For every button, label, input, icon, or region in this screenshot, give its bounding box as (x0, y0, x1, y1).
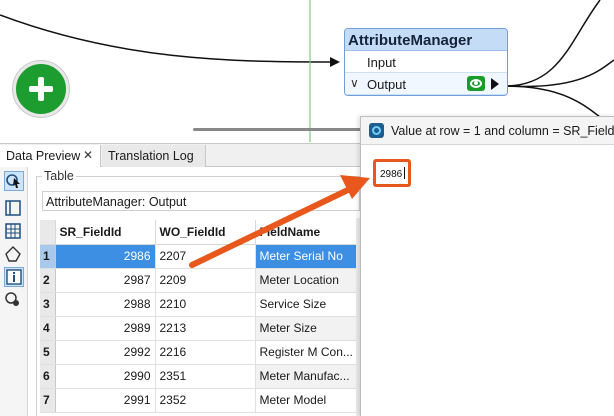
info-icon[interactable] (4, 267, 24, 287)
cell-sr-fieldid[interactable]: 2989 (55, 316, 156, 341)
cell-sr-fieldid[interactable]: 2987 (55, 268, 156, 293)
tab-translation-log[interactable]: Translation Log (102, 145, 206, 167)
value-text: 2986 (380, 169, 403, 180)
table-source-selector[interactable]: AttributeManager: Output (42, 191, 360, 211)
table-view-icon[interactable] (4, 199, 24, 219)
grid-icon[interactable] (4, 222, 24, 242)
value-popup-title: Value at row = 1 and column = SR_FieldId (391, 124, 614, 138)
cell-wo-fieldid[interactable]: 2207 (155, 244, 256, 269)
input-connection-line[interactable] (0, 14, 331, 63)
row-number[interactable]: 1 (40, 244, 56, 269)
bottom-tab-bar: Data Preview ✕ Translation Log (0, 143, 360, 167)
table-group-label: Table (42, 169, 76, 183)
column-header-sr-fieldid[interactable]: SR_FieldId (55, 220, 156, 245)
cell-fieldname[interactable]: Service Size (255, 292, 361, 317)
cell-fieldname[interactable]: Meter Serial No (255, 244, 361, 269)
cell-sr-fieldid[interactable]: 2990 (55, 364, 156, 389)
cell-fieldname[interactable]: Meter Location (255, 268, 361, 293)
input-port-label: Input (367, 55, 396, 70)
row-number[interactable]: 2 (40, 268, 56, 293)
chevron-down-icon[interactable]: ∨ (350, 76, 359, 90)
table-row[interactable]: 2 2987 2209 Meter Location (40, 268, 361, 293)
output-port-arrow[interactable] (491, 78, 499, 90)
tab-data-preview[interactable]: Data Preview ✕ (0, 145, 101, 167)
data-table[interactable]: SR_FieldId WO_FieldId FieldName 1 2986 220… (40, 220, 361, 413)
table-row[interactable]: 7 2991 2352 Meter Model (40, 388, 361, 413)
column-header-fieldname[interactable]: FieldName (255, 220, 361, 245)
shape-icon[interactable] (4, 245, 24, 265)
row-number[interactable]: 4 (40, 316, 56, 341)
column-header-wo-fieldid[interactable]: WO_FieldId (155, 220, 256, 245)
eye-icon[interactable] (467, 76, 485, 91)
value-popup-field[interactable]: 2986 (373, 159, 411, 187)
cell-wo-fieldid[interactable]: 2216 (155, 340, 256, 365)
cell-wo-fieldid[interactable]: 2352 (155, 388, 256, 413)
row-header-corner[interactable] (40, 220, 56, 245)
canvas-horizontal-scrollbar[interactable] (193, 128, 379, 131)
output-connection-line-1[interactable] (504, 0, 601, 87)
table-row[interactable]: 5 2992 2216 Register M Con... (40, 340, 361, 365)
tab-label: Translation Log (108, 149, 194, 163)
table-row[interactable]: 1 2986 2207 Meter Serial No (40, 244, 361, 269)
close-icon[interactable]: ✕ (83, 148, 93, 162)
table-header-row: SR_FieldId WO_FieldId FieldName (40, 220, 361, 245)
add-transformer-button[interactable] (13, 61, 69, 117)
row-number[interactable]: 5 (40, 340, 56, 365)
value-popup-titlebar: Value at row = 1 and column = SR_FieldId (361, 117, 614, 145)
output-port-label: Output (367, 77, 407, 92)
cell-sr-fieldid[interactable]: 2986 (55, 244, 156, 269)
preview-toolbar (0, 167, 28, 416)
cell-sr-fieldid[interactable]: 2988 (55, 292, 156, 317)
output-connection-line-3[interactable] (504, 59, 614, 88)
transformer-title: AttributeManager (345, 29, 507, 51)
cell-wo-fieldid[interactable]: 2213 (155, 316, 256, 341)
input-port[interactable]: Input (345, 51, 507, 73)
cell-wo-fieldid[interactable]: 2351 (155, 364, 256, 389)
row-number[interactable]: 3 (40, 292, 56, 317)
cell-sr-fieldid[interactable]: 2992 (55, 340, 156, 365)
settings-icon[interactable] (4, 290, 24, 310)
inspect-icon[interactable] (4, 171, 24, 191)
cell-fieldname[interactable]: Register M Con... (255, 340, 361, 365)
row-number[interactable]: 6 (40, 364, 56, 389)
table-row[interactable]: 3 2988 2210 Service Size (40, 292, 361, 317)
output-port[interactable]: ∨ Output (345, 73, 507, 95)
tab-label: Data Preview (6, 149, 81, 163)
cell-wo-fieldid[interactable]: 2209 (155, 268, 256, 293)
input-connection-arrow (330, 57, 340, 67)
cell-fieldname[interactable]: Meter Manufac... (255, 364, 361, 389)
table-row[interactable]: 4 2989 2213 Meter Size (40, 316, 361, 341)
value-popup-window[interactable]: Value at row = 1 and column = SR_FieldId… (360, 116, 614, 416)
cell-sr-fieldid[interactable]: 2991 (55, 388, 156, 413)
table-row[interactable]: 6 2990 2351 Meter Manufac... (40, 364, 361, 389)
value-popup-icon (369, 123, 384, 138)
cell-fieldname[interactable]: Meter Size (255, 316, 361, 341)
cell-fieldname[interactable]: Meter Model (255, 388, 361, 413)
cell-wo-fieldid[interactable]: 2210 (155, 292, 256, 317)
row-number[interactable]: 7 (40, 388, 56, 413)
attribute-manager-transformer[interactable]: AttributeManager Input ∨ Output (344, 28, 508, 96)
